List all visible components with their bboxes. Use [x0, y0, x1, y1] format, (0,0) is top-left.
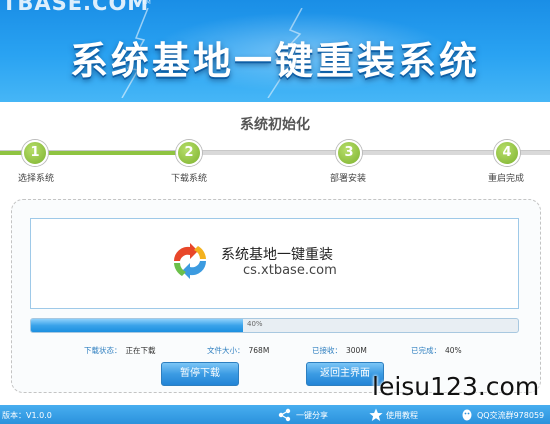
stage-title: 系统初始化 [240, 117, 310, 133]
product-url: cs.xtbase.com [243, 263, 337, 278]
step-2-label: 下载系统 [171, 174, 208, 184]
tutorial-link[interactable]: 使用教程 [386, 410, 418, 421]
star-icon[interactable] [369, 408, 383, 422]
step-3-marker: 3 [336, 140, 362, 166]
pause-download-button[interactable]: 暂停下载 [161, 362, 239, 386]
step-2-marker: 2 [176, 140, 202, 166]
received-size: 已接收： 300M [312, 345, 367, 356]
file-size-label: 文件大小： [207, 346, 245, 355]
share-icon[interactable] [278, 408, 292, 422]
share-link[interactable]: 一键分享 [296, 410, 328, 421]
download-status-value: 正在下载 [125, 346, 156, 355]
step-3-label: 部署安装 [330, 174, 367, 184]
download-status: 下载状态： 正在下载 [84, 345, 156, 356]
received-value: 300M [346, 346, 367, 355]
qq-icon[interactable] [460, 408, 474, 422]
version-label: 版本：V1.0.0 [2, 411, 52, 420]
step-track [0, 150, 550, 155]
trademark-mark: TM [142, 0, 151, 6]
file-size: 文件大小： 768M [207, 345, 269, 356]
completed-value: 40% [445, 346, 462, 355]
app-title: 系统基地一键重装系统 [69, 39, 480, 83]
product-name: 系统基地一键重装 [221, 247, 333, 263]
progress-percent: 40% [247, 320, 263, 328]
step-4-label: 重启完成 [488, 174, 525, 184]
qq-group-link[interactable]: QQ交流群978059 [477, 410, 544, 421]
watermark-text: leisu123.com [372, 372, 540, 401]
file-size-value: 768M [248, 346, 270, 355]
download-status-label: 下载状态： [84, 346, 122, 355]
download-progress-fill [31, 319, 243, 332]
xtbase-logo-icon [173, 243, 207, 279]
step-1-marker: 1 [22, 140, 48, 166]
completed-percent: 已完成： 40% [411, 345, 462, 356]
step-4-marker: 4 [494, 140, 520, 166]
brand-text: TBASE.COM [2, 0, 150, 15]
completed-label: 已完成： [411, 346, 441, 355]
received-label: 已接收： [312, 346, 342, 355]
app-header: TBASE.COM TM 系统基地一键重装系统 [0, 0, 550, 102]
step-1-label: 选择系统 [18, 174, 55, 184]
download-progress-bar [30, 318, 519, 333]
